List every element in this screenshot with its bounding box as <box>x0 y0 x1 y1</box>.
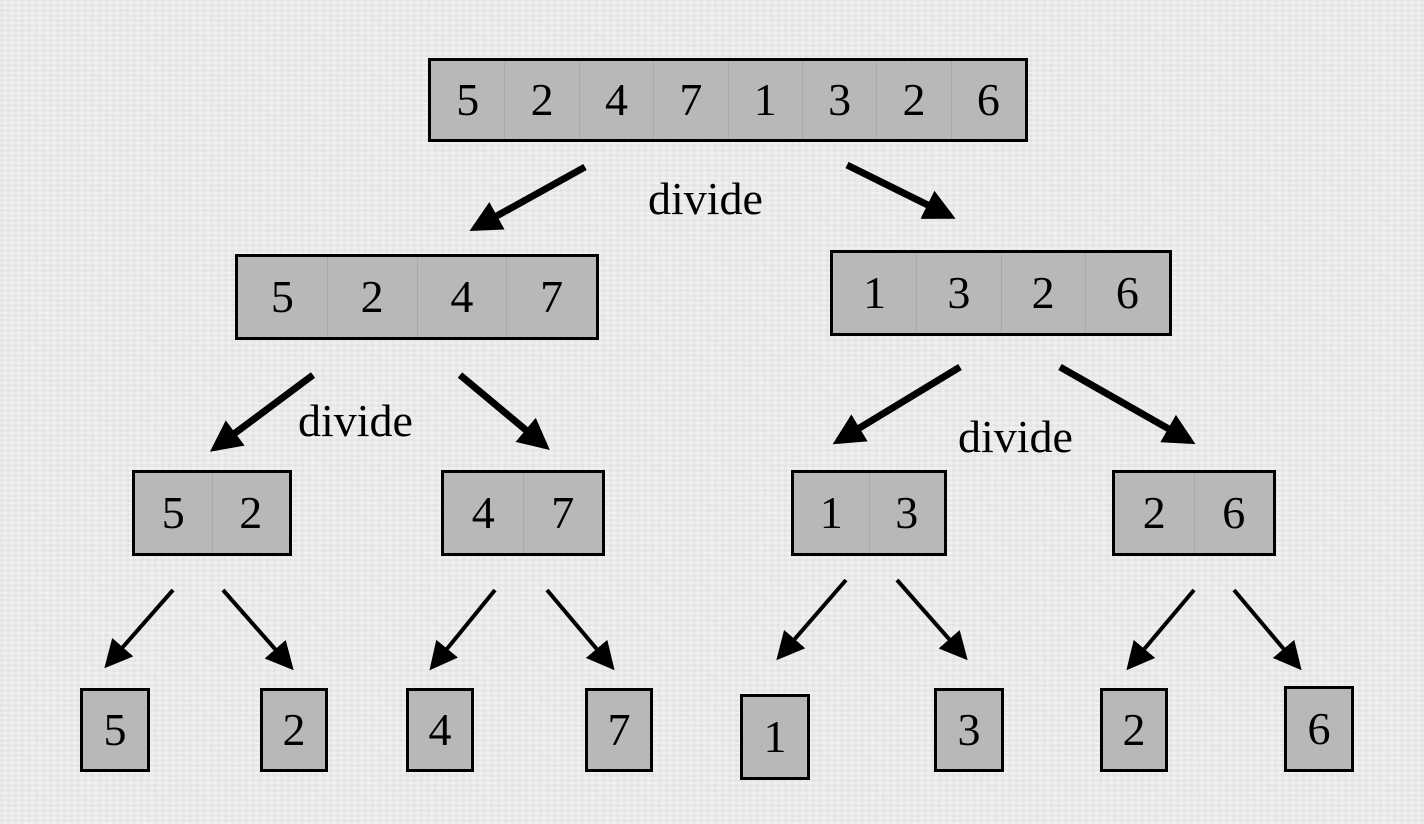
array-cell: 1 <box>819 487 843 538</box>
array-cell: 5 <box>103 704 127 755</box>
array-cell: 6 <box>1084 253 1169 333</box>
arrow-left-half-right <box>457 372 550 451</box>
arrow-pair2-left <box>429 588 497 671</box>
array-box-single-8: 6 <box>1284 686 1354 772</box>
array-cell: 2 <box>282 704 306 755</box>
arrow-pair1-left <box>104 588 175 669</box>
array-cell: 2 <box>1142 487 1166 538</box>
array-box-single-6: 3 <box>934 688 1004 772</box>
arrow-pair3-right <box>895 578 968 661</box>
array-box-single-7: 2 <box>1100 688 1168 772</box>
arrow-right-half-left <box>832 364 962 445</box>
array-box-pair-2: 4 7 <box>441 470 605 556</box>
array-box-pair-1: 5 2 <box>132 470 292 556</box>
array-cell: 4 <box>428 704 452 755</box>
array-cell: 1 <box>763 711 787 762</box>
array-cell: 5 <box>270 271 294 322</box>
array-box-single-3: 4 <box>406 688 474 772</box>
array-box-single-1: 5 <box>80 688 150 772</box>
array-cell: 7 <box>653 61 727 139</box>
arrow-pair3-left <box>776 578 848 661</box>
array-box-single-4: 7 <box>585 688 653 772</box>
arrow-root-left <box>469 163 587 232</box>
array-cell: 3 <box>868 473 945 553</box>
array-box-right-half: 1 3 2 6 <box>830 250 1172 336</box>
array-cell: 2 <box>1000 253 1085 333</box>
array-cell: 3 <box>801 61 876 139</box>
array-cell: 5 <box>161 487 185 538</box>
array-cell: 2 <box>504 61 578 139</box>
array-cell: 6 <box>1307 703 1331 754</box>
array-cell: 3 <box>916 253 1000 333</box>
array-cell: 6 <box>1193 473 1274 553</box>
array-box-pair-4: 2 6 <box>1112 470 1276 556</box>
arrow-pair4-left <box>1126 588 1196 671</box>
array-cell: 2 <box>1122 704 1146 755</box>
arrow-pair2-right <box>545 588 615 671</box>
divide-label-left: divide <box>298 395 413 446</box>
array-cell: 4 <box>578 61 653 139</box>
arrow-pair1-right <box>221 588 294 671</box>
array-cell: 4 <box>471 487 495 538</box>
array-box-single-5: 1 <box>740 694 810 780</box>
divide-label-top: divide <box>648 173 763 224</box>
array-cell: 7 <box>607 704 631 755</box>
array-cell: 2 <box>326 257 417 337</box>
array-cell: 2 <box>876 61 950 139</box>
array-cell: 7 <box>522 473 603 553</box>
array-box-root: 5 2 4 7 1 3 2 6 <box>428 58 1028 142</box>
arrow-pair4-right <box>1232 588 1302 671</box>
array-cell: 4 <box>416 257 507 337</box>
array-cell: 7 <box>506 257 596 337</box>
array-box-left-half: 5 2 4 7 <box>235 254 599 340</box>
array-cell: 5 <box>456 74 480 125</box>
array-box-pair-3: 1 3 <box>791 470 947 556</box>
arrow-root-right <box>845 161 956 220</box>
merge-sort-divide-diagram: 5 2 4 7 1 3 2 6 5 2 4 7 1 3 2 6 5 2 4 7 … <box>0 0 1424 824</box>
array-cell: 6 <box>950 61 1025 139</box>
divide-label-right: divide <box>958 411 1073 462</box>
arrow-right-half-right <box>1058 363 1196 445</box>
array-cell: 1 <box>727 61 802 139</box>
array-cell: 1 <box>863 267 887 318</box>
array-cell: 2 <box>211 473 290 553</box>
array-box-single-2: 2 <box>260 688 328 772</box>
array-cell: 3 <box>957 704 981 755</box>
